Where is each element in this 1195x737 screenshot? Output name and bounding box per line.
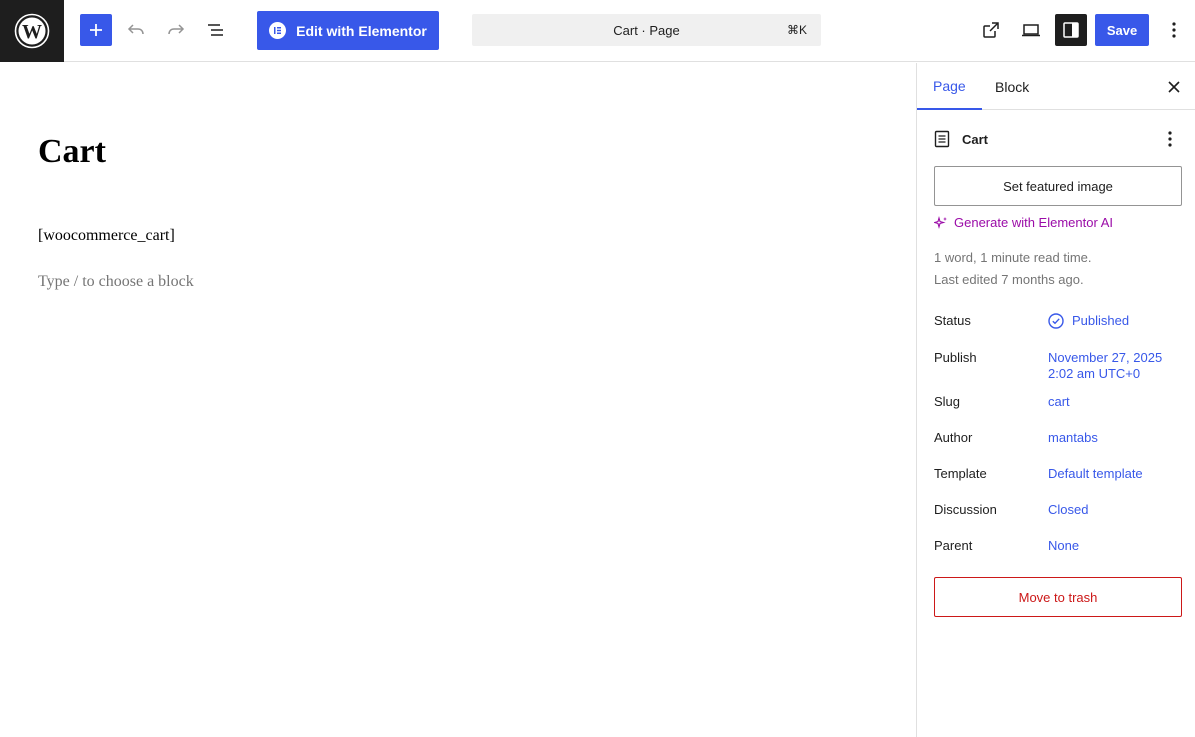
list-view-button[interactable]: [200, 14, 232, 46]
block-placeholder[interactable]: Type / to choose a block: [38, 273, 194, 291]
vertical-ellipsis-icon: [1172, 22, 1176, 38]
close-sidebar-button[interactable]: [1162, 75, 1186, 99]
last-edited-text: Last edited 7 months ago.: [934, 272, 1084, 287]
wordpress-logo-icon[interactable]: W: [0, 0, 64, 62]
edit-with-elementor-button[interactable]: Edit with Elementor: [257, 11, 439, 50]
editor-canvas[interactable]: Cart [woocommerce_cart] Type / to choose…: [0, 63, 916, 737]
undo-button[interactable]: [120, 14, 152, 46]
sidebar-toggle-icon: [1063, 22, 1079, 38]
add-block-button[interactable]: [80, 14, 112, 46]
status-value-text: Published: [1072, 313, 1130, 328]
document-summary: Cart: [934, 129, 1182, 149]
settings-sidebar: Page Block Cart Set featured image Gener…: [916, 63, 1195, 737]
slug-value[interactable]: cart: [1048, 394, 1070, 410]
template-label: Template: [934, 466, 987, 481]
discussion-label: Discussion: [934, 502, 997, 517]
redo-button[interactable]: [160, 14, 192, 46]
move-to-trash-button[interactable]: Move to trash: [934, 577, 1182, 617]
list-view-icon: [208, 24, 223, 36]
external-link-icon: [983, 22, 999, 38]
discussion-value[interactable]: Closed: [1048, 502, 1088, 518]
command-palette-bar[interactable]: Cart · Page ⌘K: [472, 14, 821, 46]
command-shortcut: ⌘K: [786, 23, 807, 37]
document-title: Cart: [962, 131, 989, 147]
document-actions-button[interactable]: [1158, 127, 1182, 151]
publish-date-value[interactable]: November 27, 2025 2:02 am UTC+0: [1048, 350, 1162, 382]
view-page-button[interactable]: [975, 14, 1007, 46]
page-icon: [934, 130, 950, 148]
status-value[interactable]: Published: [1048, 313, 1129, 329]
save-button[interactable]: Save: [1095, 14, 1149, 46]
options-button[interactable]: [1158, 14, 1190, 46]
close-icon: [1168, 81, 1180, 93]
author-label: Author: [934, 430, 973, 445]
published-check-icon: [1048, 313, 1064, 329]
shortcode-block[interactable]: [woocommerce_cart]: [38, 227, 175, 245]
elementor-button-label: Edit with Elementor: [296, 22, 427, 39]
set-featured-image-button[interactable]: Set featured image: [934, 166, 1182, 206]
command-bar-label: Cart · Page: [613, 22, 680, 38]
tab-block[interactable]: Block: [979, 63, 1045, 110]
parent-value[interactable]: None: [1048, 538, 1079, 554]
parent-label: Parent: [934, 538, 973, 553]
word-count-text: 1 word, 1 minute read time.: [934, 250, 1092, 265]
tab-page[interactable]: Page: [917, 63, 982, 110]
redo-icon: [168, 24, 185, 35]
plus-icon: [90, 24, 102, 36]
slug-label: Slug: [934, 394, 961, 409]
sparkle-icon: [934, 215, 947, 229]
vertical-ellipsis-icon: [1168, 131, 1172, 147]
sidebar-tabs: Page Block: [917, 63, 1195, 110]
svg-text:W: W: [22, 21, 42, 43]
undo-icon: [127, 24, 144, 35]
desktop-icon: [1022, 24, 1040, 37]
status-label: Status: [934, 313, 971, 328]
publish-date-line: November 27, 2025: [1048, 350, 1163, 365]
device-preview-button[interactable]: [1015, 14, 1047, 46]
publish-label: Publish: [934, 350, 977, 365]
settings-toggle-button[interactable]: [1055, 14, 1087, 46]
post-title[interactable]: Cart: [38, 133, 106, 171]
generate-with-elementor-ai-link[interactable]: Generate with Elementor AI: [934, 215, 1113, 230]
elementor-icon: [269, 22, 287, 39]
publish-time-line: 2:02 am UTC+0: [1048, 366, 1141, 381]
editor-toolbar: W Edit with Elementor Cart · Page ⌘K Sav…: [0, 0, 1195, 62]
ai-link-label: Generate with Elementor AI: [954, 215, 1113, 230]
author-value[interactable]: mantabs: [1048, 430, 1098, 446]
template-value[interactable]: Default template: [1048, 466, 1143, 482]
